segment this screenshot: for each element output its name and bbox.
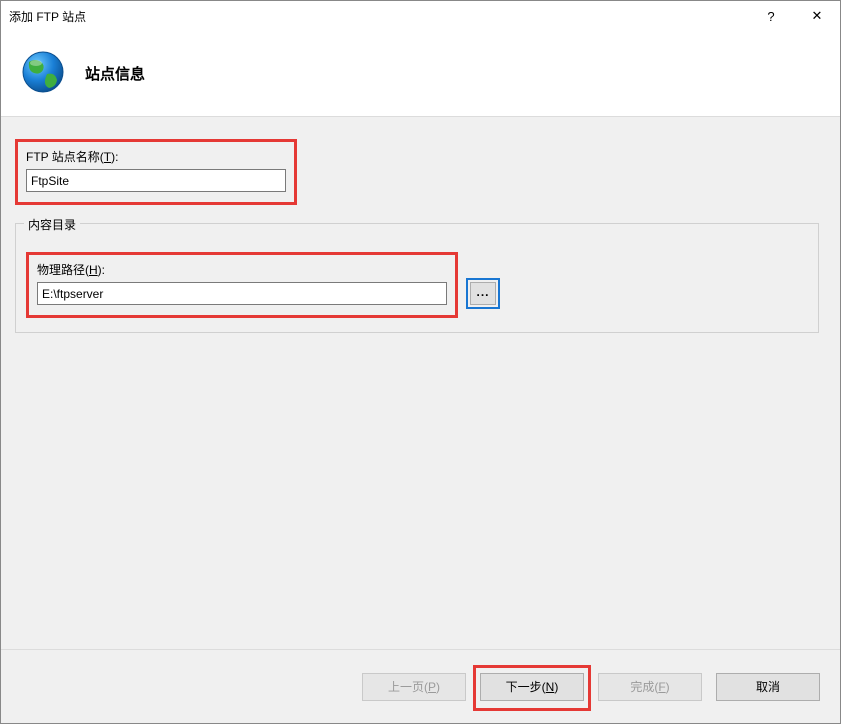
cancel-button[interactable]: 取消 [716, 673, 820, 701]
physical-path-label: 物理路径(H): [37, 261, 447, 278]
footer: 上一页(P) 下一步(N) 完成(F) 取消 [1, 649, 840, 723]
site-name-input[interactable] [26, 169, 286, 192]
highlight-site-name: FTP 站点名称(T): [15, 139, 297, 205]
help-button[interactable]: ? [748, 1, 794, 31]
next-button[interactable]: 下一步(N) [480, 673, 584, 701]
content-directory-legend: 内容目录 [24, 216, 80, 233]
physical-path-input[interactable] [37, 282, 447, 305]
header-band: 站点信息 [1, 31, 840, 117]
globe-icon [19, 48, 67, 99]
window-title: 添加 FTP 站点 [9, 8, 748, 25]
close-button[interactable]: ✕ [794, 1, 840, 31]
content-area: FTP 站点名称(T): 内容目录 物理路径(H): ... [1, 117, 840, 649]
content-directory-group: 内容目录 物理路径(H): ... [15, 223, 819, 333]
prev-button: 上一页(P) [362, 673, 466, 701]
highlight-physical-path: 物理路径(H): [26, 252, 458, 318]
finish-button: 完成(F) [598, 673, 702, 701]
site-name-label: FTP 站点名称(T): [26, 148, 286, 165]
browse-button[interactable]: ... [470, 282, 496, 305]
dialog-window: 添加 FTP 站点 ? ✕ 站点信息 [0, 0, 841, 724]
highlight-browse: ... [466, 278, 500, 309]
titlebar: 添加 FTP 站点 ? ✕ [1, 1, 840, 31]
page-heading: 站点信息 [85, 63, 145, 84]
